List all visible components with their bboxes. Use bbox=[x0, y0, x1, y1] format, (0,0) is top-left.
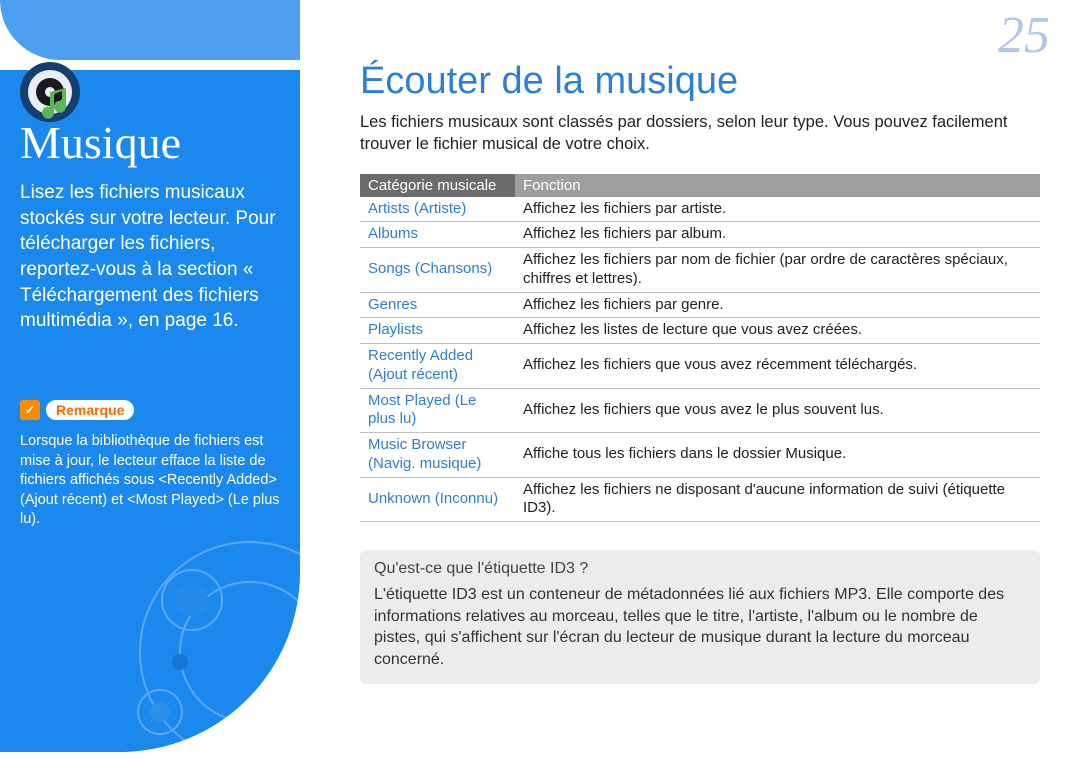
table-row: Playlists Affichez les listes de lecture… bbox=[360, 318, 1040, 344]
info-box: Qu'est-ce que l'étiquette ID3 ? L'étique… bbox=[360, 550, 1040, 684]
table-cell-function: Affichez les fichiers que vous avez le p… bbox=[515, 388, 1040, 433]
table-row: Albums Affichez les fichiers par album. bbox=[360, 222, 1040, 248]
table-row: Unknown (Inconnu) Affichez les fichiers … bbox=[360, 477, 1040, 522]
music-icon bbox=[18, 60, 82, 124]
table-row: Most Played (Le plus lu) Affichez les fi… bbox=[360, 388, 1040, 433]
sidebar-intro-text: Lisez les fichiers musicaux stockés sur … bbox=[20, 180, 280, 334]
table-cell-category: Music Browser (Navig. musique) bbox=[360, 433, 515, 478]
table-row: Music Browser (Navig. musique) Affiche t… bbox=[360, 433, 1040, 478]
table-cell-category: Unknown (Inconnu) bbox=[360, 477, 515, 522]
check-icon: ✓ bbox=[20, 400, 40, 420]
main-intro-text: Les fichiers musicaux sont classés par d… bbox=[360, 111, 1040, 156]
table-cell-function: Affichez les fichiers par genre. bbox=[515, 292, 1040, 318]
table-cell-function: Affichez les fichiers par nom de fichier… bbox=[515, 248, 1040, 293]
category-table: Catégorie musicale Fonction Artists (Art… bbox=[360, 174, 1040, 523]
table-cell-function: Affichez les fichiers ne disposant d'auc… bbox=[515, 477, 1040, 522]
section-title: Musique bbox=[20, 116, 181, 169]
sidebar-tab bbox=[0, 0, 300, 60]
remark-body-text: Lorsque la bibliothèque de fichiers est … bbox=[20, 432, 280, 530]
table-cell-category: Recently Added (Ajout récent) bbox=[360, 344, 515, 389]
table-cell-category: Songs (Chansons) bbox=[360, 248, 515, 293]
table-cell-function: Affichez les listes de lecture que vous … bbox=[515, 318, 1040, 344]
table-cell-function: Affichez les fichiers par album. bbox=[515, 222, 1040, 248]
table-header-category: Catégorie musicale bbox=[360, 174, 515, 197]
table-row: Songs (Chansons) Affichez les fichiers p… bbox=[360, 248, 1040, 293]
table-cell-function: Affiche tous les fichiers dans le dossie… bbox=[515, 433, 1040, 478]
table-cell-category: Genres bbox=[360, 292, 515, 318]
remark-badge: ✓ Remarque bbox=[20, 400, 134, 420]
remark-label: Remarque bbox=[46, 400, 134, 420]
table-row: Genres Affichez les fichiers par genre. bbox=[360, 292, 1040, 318]
page-number: 25 bbox=[998, 6, 1050, 65]
table-cell-category: Albums bbox=[360, 222, 515, 248]
sidebar: Musique Lisez les fichiers musicaux stoc… bbox=[0, 0, 320, 762]
info-question: Qu'est-ce que l'étiquette ID3 ? bbox=[374, 560, 1026, 578]
decorative-circles bbox=[120, 522, 300, 752]
table-cell-function: Affichez les fichiers que vous avez réce… bbox=[515, 344, 1040, 389]
table-cell-function: Affichez les fichiers par artiste. bbox=[515, 197, 1040, 222]
page-title: Écouter de la musique bbox=[360, 60, 1040, 103]
table-cell-category: Artists (Artiste) bbox=[360, 197, 515, 222]
main-content: Écouter de la musique Les fichiers music… bbox=[360, 60, 1040, 684]
table-row: Recently Added (Ajout récent) Affichez l… bbox=[360, 344, 1040, 389]
table-header-function: Fonction bbox=[515, 174, 1040, 197]
table-cell-category: Playlists bbox=[360, 318, 515, 344]
table-cell-category: Most Played (Le plus lu) bbox=[360, 388, 515, 433]
table-row: Artists (Artiste) Affichez les fichiers … bbox=[360, 197, 1040, 222]
info-answer: L'étiquette ID3 est un conteneur de méta… bbox=[374, 584, 1026, 670]
